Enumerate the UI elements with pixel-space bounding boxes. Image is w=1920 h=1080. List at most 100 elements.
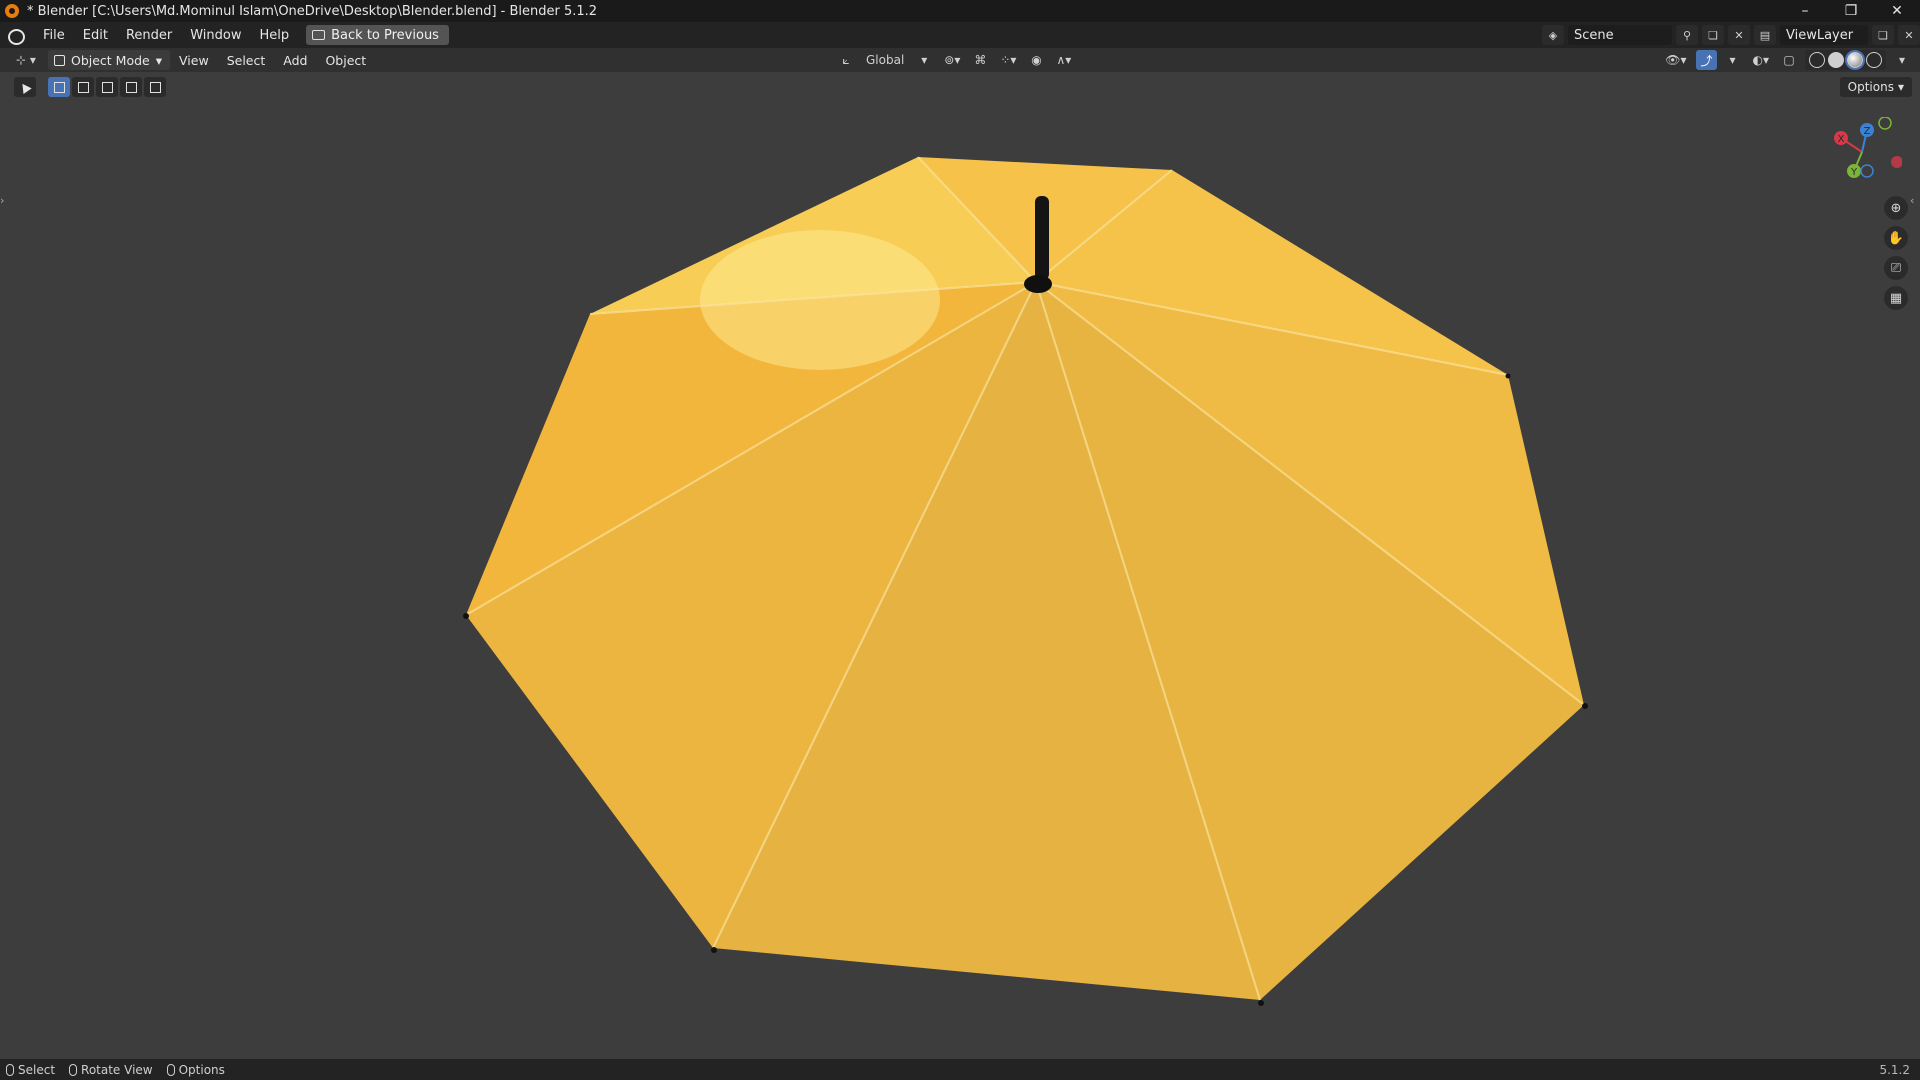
chevron-down-icon[interactable]: ▾: [914, 50, 934, 70]
hint-rotate: Rotate View: [69, 1063, 153, 1077]
menu-add[interactable]: Add: [274, 53, 316, 68]
select-subtract-mode-icon[interactable]: [96, 77, 118, 97]
window-controls: – ❐ ✕: [1782, 0, 1920, 22]
cursor-arrow-icon: [18, 80, 32, 94]
left-mouse-icon: [6, 1063, 14, 1076]
falloff-curve-icon[interactable]: ∧▾: [1052, 50, 1075, 70]
umbrella-shaft-tip: [1035, 196, 1049, 280]
hint-options: Options: [166, 1062, 225, 1077]
window-title: * Blender [C:\Users\Md.Mominul Islam\One…: [27, 3, 598, 19]
scene-selectors: ◈ Scene ⚲ ❏ ✕ ▤ ViewLayer ❏ ✕: [1542, 22, 1920, 48]
delete-view-layer-icon[interactable]: ✕: [1898, 25, 1920, 45]
menu-help[interactable]: Help: [251, 28, 299, 43]
neg-y-handle[interactable]: [1878, 117, 1892, 130]
scene-browse-icon[interactable]: ◈: [1542, 25, 1564, 45]
chevron-down-icon[interactable]: ▾: [1723, 50, 1743, 70]
select-intersect-mode-icon[interactable]: [144, 77, 166, 97]
view-layer-field[interactable]: ViewLayer: [1780, 25, 1868, 45]
menu-file[interactable]: File: [34, 28, 74, 43]
pin-scene-icon[interactable]: ⚲: [1676, 25, 1698, 45]
square-icon: [77, 81, 89, 93]
square-icon: [101, 81, 113, 93]
pivot-point-icon[interactable]: ⊚▾: [940, 50, 964, 70]
transform-orientation-icon[interactable]: ⟀: [836, 50, 856, 70]
scene-name: Scene: [1574, 27, 1614, 43]
chevron-down-icon[interactable]: ▾: [1892, 50, 1912, 70]
hint-options-label: Options: [178, 1062, 225, 1077]
umbrella-apex-cap: [1024, 275, 1052, 293]
rendered-shading-icon[interactable]: [1866, 52, 1882, 68]
hint-select-label: Select: [18, 1062, 56, 1077]
visibility-eye-icon[interactable]: 👁▾: [1661, 50, 1690, 70]
blender-menu-icon[interactable]: [6, 26, 25, 45]
pan-hand-icon[interactable]: ✋: [1884, 226, 1908, 250]
neg-z-handle[interactable]: [1860, 164, 1874, 178]
wireframe-shading-icon[interactable]: [1809, 52, 1825, 68]
select-tool-button[interactable]: [14, 77, 36, 97]
window-titlebar: * Blender [C:\Users\Md.Mominul Islam\One…: [0, 0, 1920, 22]
y-axis-label: Y: [1850, 167, 1858, 178]
view-layer-name: ViewLayer: [1786, 27, 1854, 43]
minimize-button[interactable]: –: [1782, 0, 1828, 22]
neg-x-handle[interactable]: [1891, 156, 1902, 168]
delete-scene-icon[interactable]: ✕: [1728, 25, 1750, 45]
editor-type-icon[interactable]: ⊹ ▾: [8, 50, 44, 70]
options-label: Options: [1847, 80, 1894, 94]
shading-modes: [1805, 50, 1886, 70]
overlays-icon[interactable]: ◐▾: [1749, 50, 1774, 70]
maximize-button[interactable]: ❐: [1828, 0, 1874, 22]
material-preview-shading-icon[interactable]: [1845, 50, 1865, 70]
square-icon: [125, 81, 137, 93]
xray-toggle-icon[interactable]: ▢: [1779, 50, 1799, 70]
middle-mouse-icon: [69, 1063, 78, 1076]
chevron-down-icon: ▾: [155, 52, 163, 68]
status-bar: Select Rotate View Options 5.1.2: [0, 1059, 1920, 1080]
umbrella-model[interactable]: [0, 72, 1920, 1059]
menu-object[interactable]: Object: [316, 53, 375, 68]
mode-selector[interactable]: Object Mode ▾: [48, 50, 171, 70]
menu-window[interactable]: Window: [181, 28, 250, 43]
back-to-previous-label: Back to Previous: [331, 27, 439, 43]
select-extend-mode-icon[interactable]: [72, 77, 94, 97]
perspective-grid-icon[interactable]: ▦: [1884, 286, 1908, 310]
hint-select: Select: [6, 1063, 55, 1077]
toolbar-expand-icon[interactable]: ›: [0, 194, 10, 212]
camera-view-icon[interactable]: ⎚: [1884, 256, 1908, 280]
menu-view[interactable]: View: [170, 53, 218, 68]
back-to-previous-button[interactable]: Back to Previous: [306, 25, 449, 45]
blender-logo-icon: [5, 4, 19, 18]
close-button[interactable]: ✕: [1874, 0, 1920, 22]
chevron-down-icon: ▾: [1897, 80, 1904, 94]
new-view-layer-icon[interactable]: ❏: [1872, 25, 1894, 45]
canopy-highlight: [700, 230, 940, 370]
scene-field[interactable]: Scene: [1568, 25, 1672, 45]
new-scene-icon[interactable]: ❏: [1702, 25, 1724, 45]
menu-render[interactable]: Render: [117, 28, 181, 43]
select-new-mode-icon[interactable]: [48, 77, 70, 97]
viewport-navigation-tools: ⊕ ✋ ⎚ ▦: [1884, 196, 1908, 310]
select-invert-mode-icon[interactable]: [120, 77, 142, 97]
x-axis-label: X: [1838, 134, 1845, 145]
square-icon: [149, 81, 161, 93]
proportional-edit-icon[interactable]: ◉: [1026, 50, 1046, 70]
snap-toggle-icon[interactable]: ⌘: [970, 50, 990, 70]
screen-back-icon: [312, 30, 326, 40]
snap-target-icon[interactable]: ⁘▾: [996, 50, 1020, 70]
show-gizmo-icon[interactable]: ⤴: [1696, 50, 1717, 70]
menu-edit[interactable]: Edit: [74, 28, 117, 43]
solid-shading-icon[interactable]: [1828, 52, 1844, 68]
transform-orientation-select[interactable]: Global: [862, 50, 908, 70]
transform-controls: ⟀ Global ▾ ⊚▾ ⌘ ⁘▾ ◉ ∧▾: [836, 50, 1075, 70]
mode-label: Object Mode: [71, 52, 150, 68]
menu-select[interactable]: Select: [218, 53, 275, 68]
zoom-icon[interactable]: ⊕: [1884, 196, 1908, 220]
options-dropdown[interactable]: Options ▾: [1839, 77, 1912, 97]
3d-viewport[interactable]: › ‹: [0, 72, 1920, 1059]
navigation-gizmo[interactable]: X Z Y: [1822, 117, 1902, 187]
select-tool-row: [14, 76, 166, 98]
viewport-header: ⊹ ▾ Object Mode ▾ View Select Add Object…: [0, 48, 1920, 72]
object-mode-icon: [54, 54, 65, 66]
sidebar-expand-icon[interactable]: ‹: [1910, 194, 1920, 212]
view-layer-browse-icon[interactable]: ▤: [1754, 25, 1776, 45]
top-menubar: File Edit Render Window Help Back to Pre…: [0, 22, 1920, 48]
